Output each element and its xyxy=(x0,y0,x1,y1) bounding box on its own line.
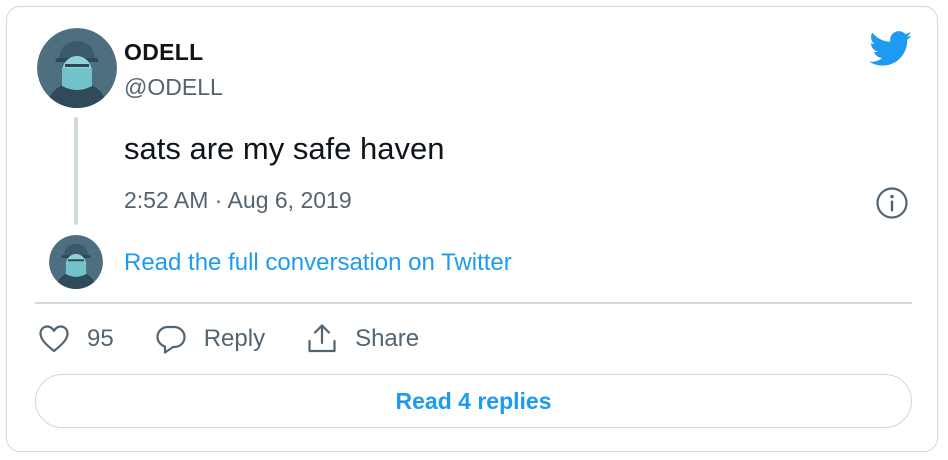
avatar-masked-face-icon xyxy=(49,235,103,289)
read-replies-button[interactable]: Read 4 replies xyxy=(35,374,912,428)
share-arrow-icon xyxy=(308,324,336,353)
avatar-masked-face-icon xyxy=(37,28,117,108)
display-name[interactable]: ODELL xyxy=(124,39,203,66)
avatar-small[interactable] xyxy=(49,235,103,289)
share-button[interactable]: Share xyxy=(305,322,419,356)
divider xyxy=(35,302,912,304)
tweet-actions: 95 Reply Share xyxy=(37,321,459,357)
user-handle[interactable]: @ODELL xyxy=(124,74,223,101)
speech-bubble-icon xyxy=(156,325,186,354)
reply-label: Reply xyxy=(203,325,266,352)
like-button[interactable]: 95 xyxy=(37,322,114,356)
like-count: 95 xyxy=(87,325,114,352)
thread-line xyxy=(74,117,78,225)
read-full-conversation-link[interactable]: Read the full conversation on Twitter xyxy=(124,249,512,277)
avatar[interactable] xyxy=(37,28,117,108)
twitter-bird-icon[interactable] xyxy=(869,31,913,67)
tweet-text: sats are my safe haven xyxy=(124,131,445,166)
tweet-timestamp[interactable]: 2:52 AM · Aug 6, 2019 xyxy=(124,187,352,214)
share-label: Share xyxy=(355,325,420,352)
heart-icon xyxy=(39,325,69,353)
tweet-card: ODELL @ODELL sats are my safe haven 2:52… xyxy=(6,6,938,452)
info-icon[interactable] xyxy=(875,186,909,220)
reply-button[interactable]: Reply xyxy=(154,322,265,356)
